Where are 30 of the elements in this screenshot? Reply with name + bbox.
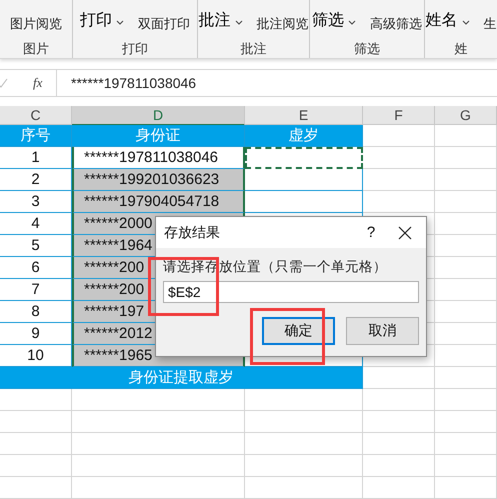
help-button[interactable]: ? (356, 224, 386, 241)
location-field[interactable]: $E$2 (163, 281, 419, 303)
dialog-button[interactable]: 取消 (346, 317, 419, 345)
group-label: 批注 (240, 40, 268, 58)
column-header[interactable]: F (363, 106, 435, 126)
table-cell: ******199201036623 (72, 169, 245, 191)
ribbon-button[interactable]: 筛选 (312, 0, 356, 40)
ribbon-item[interactable]: 双面打印 (138, 15, 190, 40)
dialog-button[interactable]: 确定 (262, 317, 335, 345)
ribbon-item[interactable]: 生 (484, 15, 497, 40)
table-cell: ******197904054718 (72, 191, 245, 213)
function-icon[interactable]: fx (33, 75, 53, 91)
header-cell: 序号 (0, 125, 72, 147)
ribbon-item[interactable]: 高级筛选 (370, 15, 422, 40)
footer-cell: 身份证提取虚岁 (0, 367, 363, 389)
formula-field[interactable]: ******197811038046 (56, 70, 497, 96)
group-label: 筛选 (353, 40, 381, 58)
header-cell: 虚岁 (245, 125, 363, 147)
header-cell: 身份证 (72, 125, 245, 147)
ribbon-item[interactable]: 图片阅览 (10, 15, 62, 40)
ribbon-button[interactable]: 打印 (80, 0, 124, 40)
group-label: 图片 (22, 40, 50, 58)
ribbon-button[interactable]: 姓名 (425, 0, 470, 40)
column-header[interactable]: G (435, 106, 497, 126)
table-cell: ******197811038046 (72, 147, 245, 169)
ribbon-item[interactable]: 批注阅览 (256, 15, 309, 40)
group-label: 姓 (454, 40, 468, 58)
group-label: 打印 (121, 40, 149, 58)
ribbon-button[interactable]: 批注 (198, 0, 243, 40)
column-header[interactable]: D (72, 106, 245, 126)
